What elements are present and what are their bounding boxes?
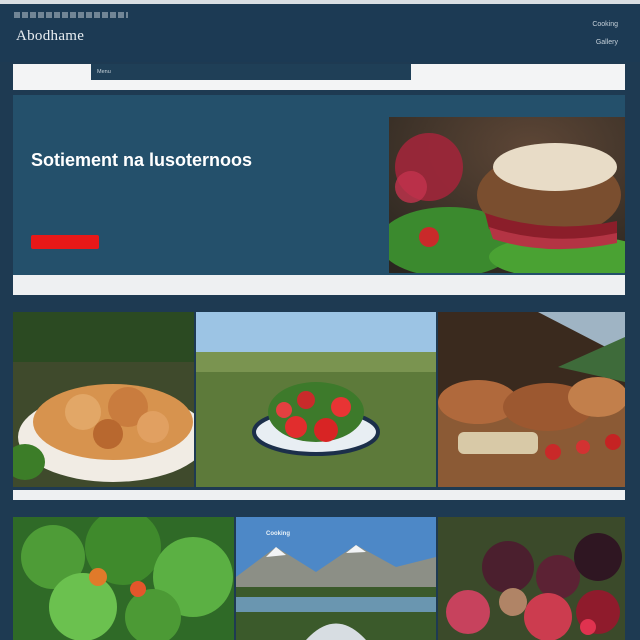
hero-title: Sotiement na lusoternoos (31, 150, 253, 170)
gallery-tile-greens[interactable] (13, 517, 234, 640)
hero-section: Sotiement na lusoternoos (13, 95, 640, 285)
top-link-1[interactable]: Cooking (592, 16, 618, 34)
section-divider (13, 285, 625, 295)
site-logo[interactable]: Abodhame (16, 28, 84, 45)
nav-menu: Menu (91, 64, 411, 80)
hero-sandwich-image (379, 117, 640, 279)
nav-menu-item[interactable]: Menu (97, 69, 111, 75)
gallery-tile-grill[interactable] (438, 312, 625, 487)
gallery-tile-mountain[interactable]: Cooking (236, 517, 436, 640)
gallery-label-5: Cooking (266, 531, 290, 537)
top-banner-text (14, 12, 128, 18)
hero-cta-button[interactable] (31, 235, 99, 249)
gallery-tile-dumplings[interactable] (13, 312, 194, 487)
site-header: Abodhame Cooking Gallery (0, 0, 640, 62)
sandwich-illustration (379, 117, 640, 279)
nav-bar: Menu (13, 64, 625, 90)
gallery-tile-vegetables[interactable] (438, 517, 625, 640)
section-divider-2 (13, 490, 625, 500)
top-link-2[interactable]: Gallery (592, 34, 618, 52)
top-links: Cooking Gallery (592, 16, 618, 52)
gallery-tile-salad[interactable] (196, 312, 436, 487)
